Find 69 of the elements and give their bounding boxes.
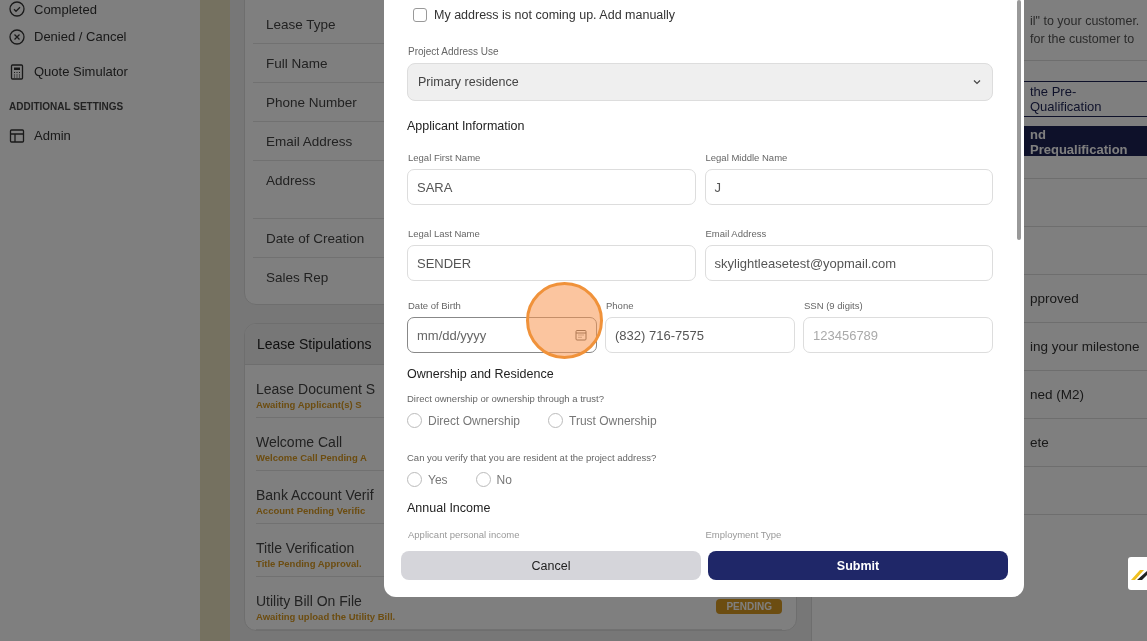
card-title: Lease Stipulations (257, 336, 372, 352)
section-heading: Applicant Information (407, 119, 526, 133)
field-label: Applicant personal income (408, 529, 521, 540)
field-label: Phone Number (266, 94, 357, 110)
instruction-text: for the customer to (1030, 31, 1136, 48)
field-label: Legal First Name (408, 152, 481, 163)
stipulation-status: Title Pending Approval. (256, 558, 362, 569)
stipulation-title: Welcome Call (256, 434, 344, 450)
status-badge: PENDING (716, 599, 782, 614)
field-label: SSN (9 digits) (804, 300, 863, 311)
field-label: Email Address (266, 133, 353, 149)
x-circle-icon (9, 28, 25, 45)
radio-label: No (496, 472, 512, 487)
checkbox[interactable] (413, 8, 427, 22)
stipulation-status: Welcome Call Pending A (256, 452, 367, 463)
calculator-icon (9, 63, 25, 80)
milestone-label: pproved (1030, 291, 1079, 306)
field-label: Date of Creation (266, 230, 365, 246)
input-field[interactable]: (832) 716-7575 (605, 317, 795, 353)
section-heading: ADDITIONAL SETTINGS (9, 101, 125, 112)
stipulation-status: Awaiting upload the Utility Bill. (256, 611, 396, 622)
field-label: Phone (606, 300, 634, 311)
field-label: Sales Rep (266, 269, 329, 285)
field-label: Address (266, 173, 316, 188)
field-label: Project Address Use (408, 46, 500, 57)
input-field[interactable]: SARA (407, 169, 696, 205)
question-text: Direct ownership or ownership through a trust? (407, 393, 605, 404)
logo-badge[interactable] (1128, 557, 1147, 590)
milestone-label: ing your milestone (1030, 339, 1140, 354)
date-field[interactable]: mm/dd/yyyy (407, 317, 597, 353)
stipulation-title: Utility Bill On File (256, 593, 363, 609)
scrollbar[interactable] (1017, 0, 1021, 240)
field-label: Full Name (266, 55, 328, 71)
radio-label: Direct Ownership (428, 413, 521, 428)
check-circle-icon (9, 1, 25, 17)
sidebar-item[interactable]: Completed (34, 1, 97, 17)
field-label: Employment Type (705, 529, 783, 540)
milestone-label: ned (M2) (1030, 387, 1085, 402)
sidebar-item[interactable]: Admin (34, 128, 71, 143)
stipulation-title: Title Verification (256, 540, 356, 556)
input-field[interactable]: skylightleasetest@yopmail.com (704, 245, 993, 281)
stipulation-title: Lease Document S (256, 381, 376, 397)
submit-button[interactable]: Submit (708, 551, 1008, 580)
address-use-dropdown[interactable]: Primary residence (407, 63, 993, 101)
caret-icon (972, 79, 982, 85)
checkbox-label: My address is not coming up. Add manually (434, 8, 676, 22)
field-label: Date of Birth (408, 300, 461, 311)
section-heading: Ownership and Residence (407, 367, 555, 381)
question-text: Can you verify that you are resident at the project address? (407, 452, 658, 463)
input-field[interactable]: SENDER (407, 245, 696, 281)
sidebar-item[interactable]: Quote Simulator (34, 64, 128, 79)
layout-icon (9, 127, 25, 144)
field-label: Email Address (705, 228, 767, 239)
stipulation-status: Account Pending Verific (256, 505, 367, 516)
instruction-text: il" to your customer. (1030, 13, 1141, 30)
radio-label: Yes (428, 472, 448, 487)
cancel-button[interactable]: Cancel (401, 551, 701, 580)
stipulation-title: Bank Account Verif (256, 487, 374, 503)
radio-label: Trust Ownership (569, 413, 657, 428)
logo-icon (1131, 567, 1147, 580)
input-field[interactable]: J (704, 169, 993, 205)
section-heading: Annual Income (407, 501, 492, 515)
field-label: Lease Type (266, 16, 336, 32)
sidebar-item[interactable]: Denied / Cancel (34, 29, 127, 44)
stipulation-status: Awaiting Applicant(s) S (256, 399, 363, 410)
milestone-label: ete (1030, 435, 1049, 450)
field-label: Legal Middle Name (705, 152, 788, 163)
calendar-icon (575, 329, 587, 341)
field-label: Legal Last Name (408, 228, 480, 239)
